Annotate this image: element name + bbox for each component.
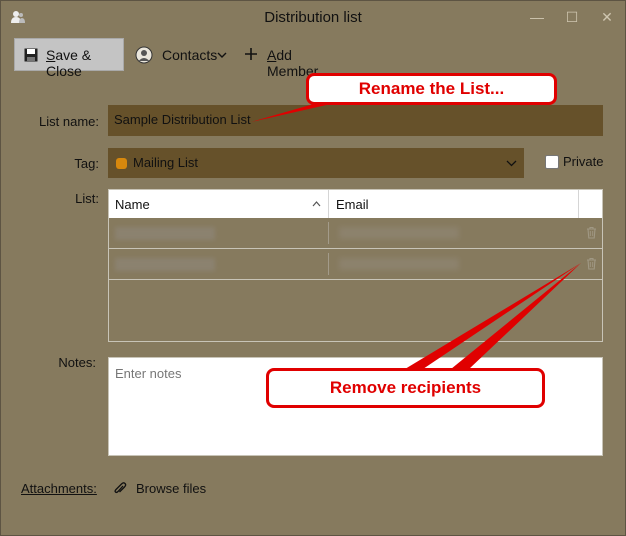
remove-arrow-2 bbox=[451, 263, 581, 369]
remove-recipients-callout: Remove recipients bbox=[266, 368, 545, 408]
remove-arrow-1 bbox=[405, 263, 581, 369]
rename-list-callout: Rename the List... bbox=[306, 73, 557, 105]
distribution-list-window: Distribution list — ☐ ✕ Save & Close Con… bbox=[0, 0, 626, 536]
